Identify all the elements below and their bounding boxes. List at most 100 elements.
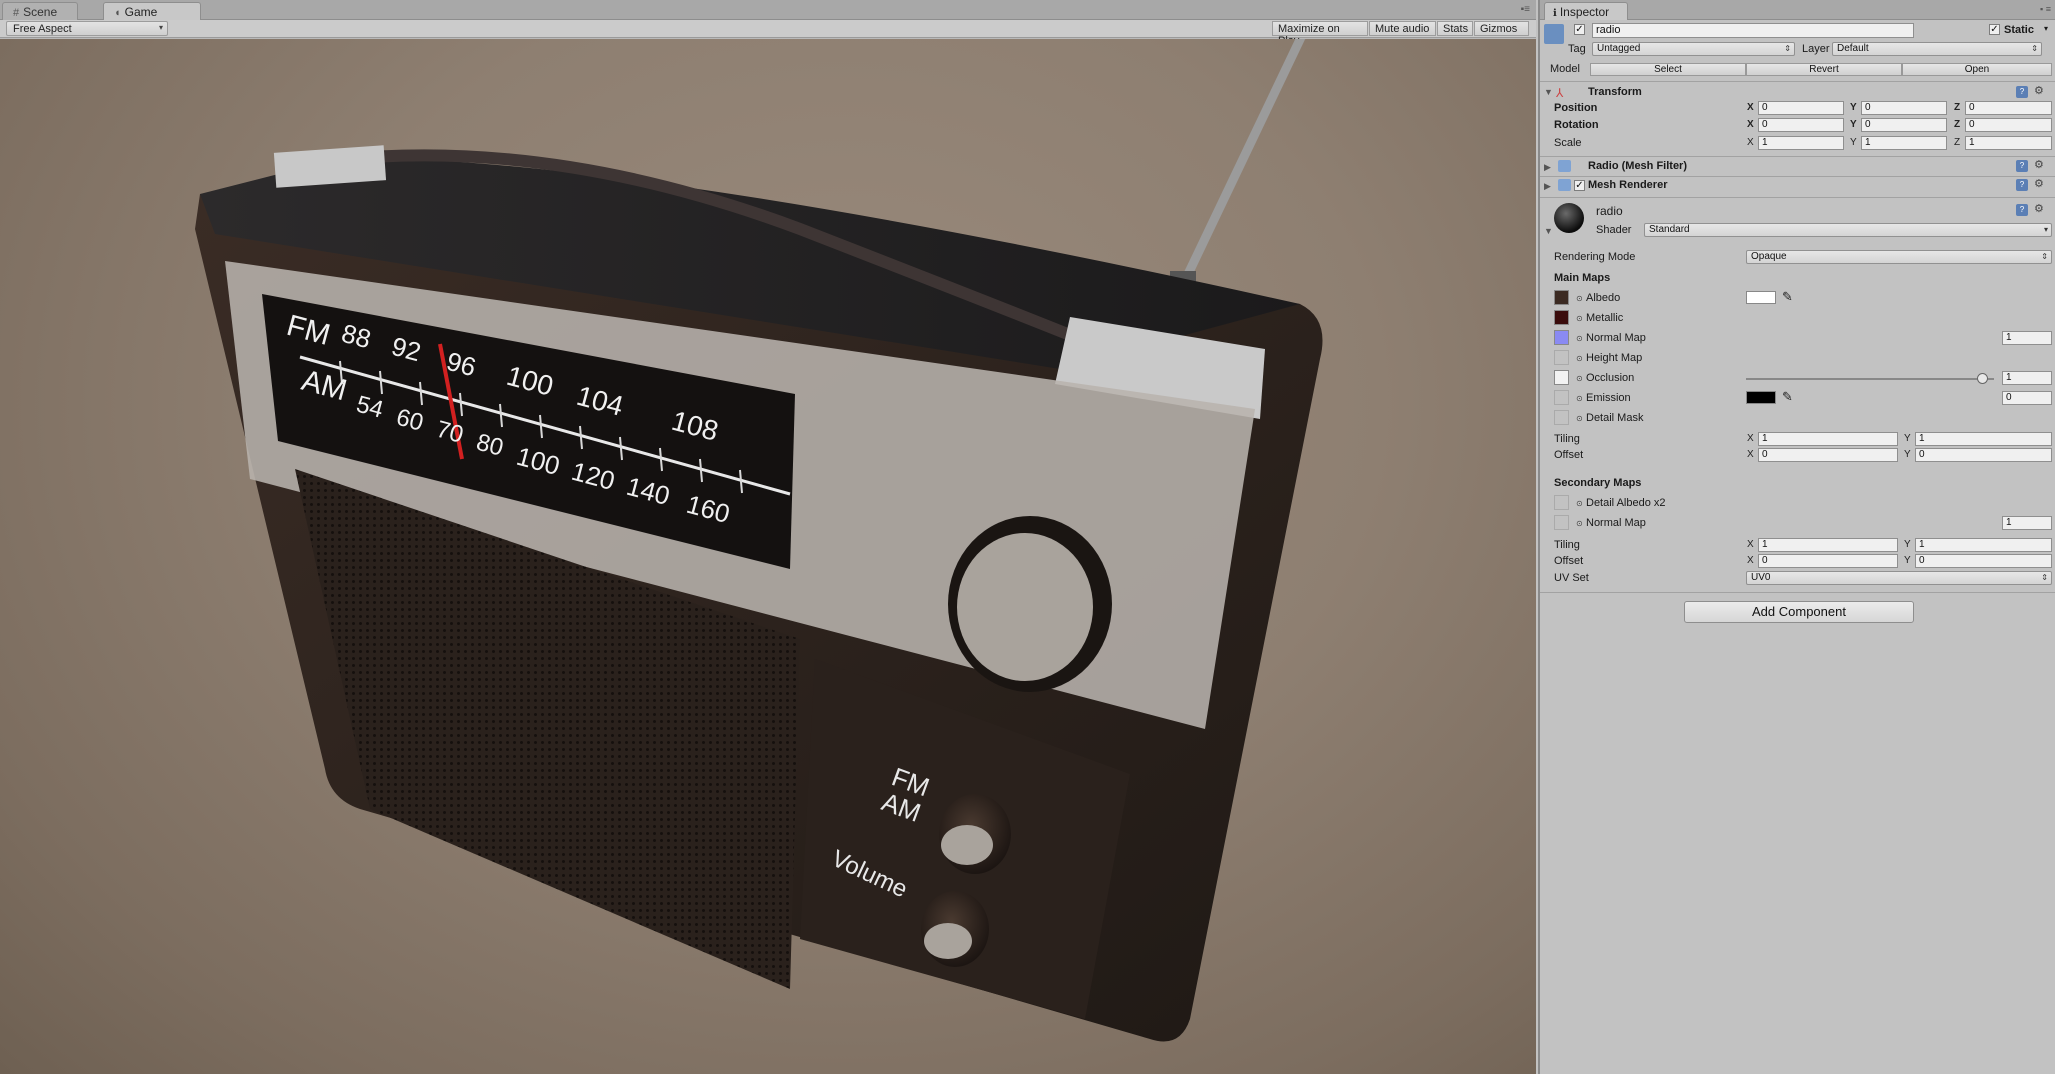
dropdown-arrow-icon: ⇕ <box>1784 44 1791 53</box>
maximize-on-play-toggle[interactable]: Maximize on Play <box>1272 21 1368 47</box>
albedo-color-swatch[interactable] <box>1746 291 1776 304</box>
model-revert-button[interactable]: Revert <box>1746 63 1902 76</box>
detail-mask-texture-slot[interactable] <box>1554 410 1569 425</box>
secondary-offset-x-field[interactable]: 0 <box>1758 554 1898 568</box>
occlusion-strength-field[interactable]: 1 <box>2002 371 2052 385</box>
position-x-field[interactable]: 0 <box>1758 101 1844 115</box>
scale-z-field[interactable]: 1 <box>1965 136 2052 150</box>
gear-icon[interactable]: ⚙ <box>2034 158 2044 171</box>
emission-texture-slot[interactable] <box>1554 390 1569 405</box>
gear-icon[interactable]: ⚙ <box>2034 177 2044 190</box>
metallic-texture-slot[interactable] <box>1554 310 1569 325</box>
rendering-mode-dropdown[interactable]: Opaque ⇕ <box>1746 250 2052 264</box>
mute-audio-toggle[interactable]: Mute audio <box>1369 21 1436 36</box>
main-tiling-y-field[interactable]: 1 <box>1915 432 2052 446</box>
mesh-renderer-icon <box>1558 179 1571 191</box>
help-book-icon[interactable]: ? <box>2016 160 2028 172</box>
dropdown-arrow-icon: ⇕ <box>2041 573 2048 582</box>
active-checkbox[interactable]: ✓ <box>1574 24 1585 35</box>
position-z-field[interactable]: 0 <box>1965 101 2052 115</box>
detail-mask-label: Detail Mask <box>1586 412 1644 424</box>
main-tiling-label: Tiling <box>1554 433 1580 445</box>
secondary-tiling-x-field[interactable]: 1 <box>1758 538 1898 552</box>
rotation-y-field[interactable]: 0 <box>1861 118 1947 132</box>
model-select-button[interactable]: Select <box>1590 63 1746 76</box>
tab-scene[interactable]: # Scene <box>2 2 78 20</box>
tab-game[interactable]: ◖ Game <box>103 2 201 20</box>
eyedropper-icon[interactable]: ✎ <box>1782 389 1793 405</box>
emission-value-field[interactable]: 0 <box>2002 391 2052 405</box>
uv-set-dropdown[interactable]: UV0 ⇕ <box>1746 571 2052 585</box>
aspect-dropdown[interactable]: Free Aspect ▾ <box>6 21 168 36</box>
texture-picker-icon[interactable]: ⊙ <box>1576 519 1583 528</box>
emission-color-swatch[interactable] <box>1746 391 1776 404</box>
normal-map-texture-slot[interactable] <box>1554 330 1569 345</box>
inspector-tabbar: ℹ Inspector ▪ ≡ <box>1540 0 2055 20</box>
radio-render: FM AM 88 92 96 100 104 108 54 60 70 80 1… <box>195 39 1323 1042</box>
secondary-tiling-y-field[interactable]: 1 <box>1915 538 2052 552</box>
gear-icon[interactable]: ⚙ <box>2034 202 2044 215</box>
position-y-field[interactable]: 0 <box>1861 101 1947 115</box>
layer-dropdown[interactable]: Default ⇕ <box>1832 42 2042 56</box>
texture-picker-icon[interactable]: ⊙ <box>1576 374 1583 383</box>
position-label: Position <box>1554 102 1598 114</box>
tab-inspector[interactable]: ℹ Inspector <box>1544 2 1629 20</box>
texture-picker-icon[interactable]: ⊙ <box>1576 499 1583 508</box>
fold-open-icon[interactable]: ▼ <box>1544 87 1553 97</box>
texture-picker-icon[interactable]: ⊙ <box>1576 314 1583 323</box>
main-offset-x-field[interactable]: 0 <box>1758 448 1898 462</box>
detail-normal-scale-field[interactable]: 1 <box>2002 516 2052 530</box>
divider <box>1540 176 2055 177</box>
transform-axes-icon: ⅄ <box>1556 86 1564 100</box>
help-book-icon[interactable]: ? <box>2016 86 2028 98</box>
fold-closed-icon[interactable]: ▶ <box>1544 162 1551 173</box>
tag-dropdown[interactable]: Untagged ⇕ <box>1592 42 1795 56</box>
secondary-offset-y-field[interactable]: 0 <box>1915 554 2052 568</box>
divider <box>1540 81 2055 82</box>
detail-normal-texture-slot[interactable] <box>1554 515 1569 530</box>
occlusion-texture-slot[interactable] <box>1554 370 1569 385</box>
fold-open-icon[interactable]: ▼ <box>1544 226 1553 236</box>
texture-picker-icon[interactable]: ⊙ <box>1576 294 1583 303</box>
scale-y-field[interactable]: 1 <box>1861 136 1947 150</box>
panel-menu-icon[interactable]: ▪ ≡ <box>2040 4 2051 14</box>
albedo-texture-slot[interactable] <box>1554 290 1569 305</box>
occlusion-slider-track[interactable] <box>1746 378 1994 380</box>
texture-picker-icon[interactable]: ⊙ <box>1576 394 1583 403</box>
shader-dropdown[interactable]: Standard ▾ <box>1644 223 2052 237</box>
height-map-texture-slot[interactable] <box>1554 350 1569 365</box>
fold-closed-icon[interactable]: ▶ <box>1544 181 1551 192</box>
occlusion-slider-thumb[interactable] <box>1976 373 1988 384</box>
add-component-button[interactable]: Add Component <box>1684 601 1914 623</box>
scale-x-field[interactable]: 1 <box>1758 136 1844 150</box>
eyedropper-icon[interactable]: ✎ <box>1782 289 1793 305</box>
mesh-renderer-enabled-checkbox[interactable]: ✓ <box>1574 180 1585 191</box>
texture-picker-icon[interactable]: ⊙ <box>1576 354 1583 363</box>
gear-icon[interactable]: ⚙ <box>2034 84 2044 97</box>
main-tiling-x-field[interactable]: 1 <box>1758 432 1898 446</box>
transform-title: Transform <box>1588 86 1642 98</box>
rotation-x-field[interactable]: 0 <box>1758 118 1844 132</box>
model-open-button[interactable]: Open <box>1902 63 2052 76</box>
help-book-icon[interactable]: ? <box>2016 204 2028 216</box>
panel-menu-icon[interactable]: ▪≡ <box>1521 4 1530 15</box>
detail-albedo-label: Detail Albedo x2 <box>1586 497 1666 509</box>
divider <box>1540 156 2055 157</box>
main-offset-label: Offset <box>1554 449 1584 461</box>
detail-albedo-texture-slot[interactable] <box>1554 495 1569 510</box>
help-book-icon[interactable]: ? <box>2016 179 2028 191</box>
game-viewport[interactable]: FM AM 88 92 96 100 104 108 54 60 70 80 1… <box>0 39 1536 1074</box>
divider <box>1540 197 2055 198</box>
gizmos-dropdown[interactable]: Gizmos ▾ <box>1474 21 1529 46</box>
rotation-z-field[interactable]: 0 <box>1965 118 2052 132</box>
stats-toggle[interactable]: Stats <box>1437 21 1473 36</box>
tag-label: Tag <box>1568 43 1586 55</box>
rendering-mode-label: Rendering Mode <box>1554 251 1636 263</box>
static-dropdown-icon[interactable]: ▾ <box>2044 24 2048 33</box>
object-name-field[interactable]: radio <box>1592 23 1914 38</box>
static-checkbox[interactable]: ✓ <box>1989 24 2000 35</box>
texture-picker-icon[interactable]: ⊙ <box>1576 414 1583 423</box>
texture-picker-icon[interactable]: ⊙ <box>1576 334 1583 343</box>
normal-map-scale-field[interactable]: 1 <box>2002 331 2052 345</box>
main-offset-y-field[interactable]: 0 <box>1915 448 2052 462</box>
